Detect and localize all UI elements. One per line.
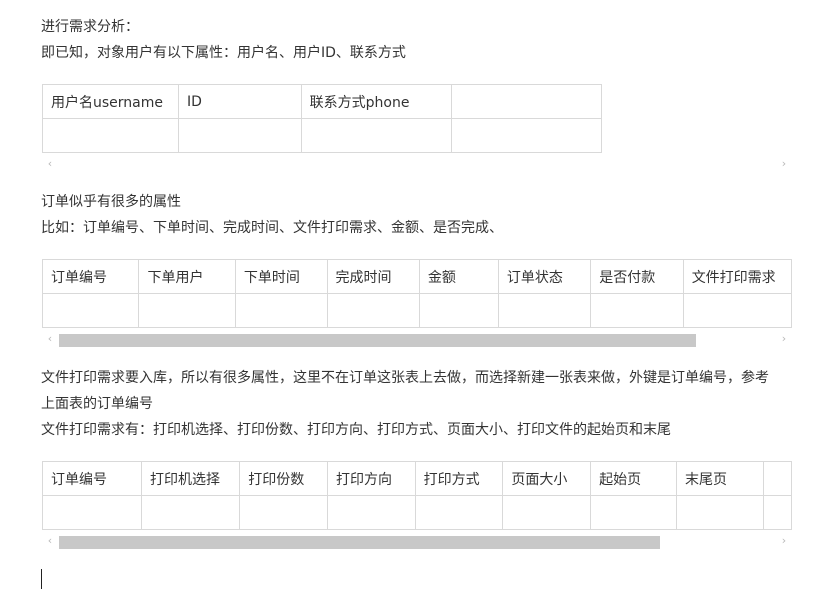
print-table-cell[interactable]: [675, 495, 764, 530]
print-table-cell[interactable]: [590, 495, 677, 530]
order-table-header-cell[interactable]: 订单状态: [497, 259, 592, 294]
order-table-cell[interactable]: [42, 293, 140, 328]
table-row: 用户名username ID 联系方式phone: [42, 84, 602, 119]
print-table-cell[interactable]: [414, 495, 504, 530]
user-table-cell[interactable]: [177, 118, 302, 153]
print-table-cell[interactable]: [326, 495, 416, 530]
print-table-header-cell[interactable]: 打印份数: [239, 461, 328, 496]
order-table-scrollbar[interactable]: ‹ ›: [42, 332, 792, 347]
scroll-right-icon[interactable]: ›: [778, 157, 790, 171]
order-table-cell[interactable]: [326, 293, 420, 328]
table-row: 订单编号 打印机选择 打印份数 打印方向 打印方式 页面大小 起始页 末尾页: [42, 461, 792, 496]
print-table-header-cell[interactable]: 打印方向: [326, 461, 416, 496]
print-table-container: 订单编号 打印机选择 打印份数 打印方向 打印方式 页面大小 起始页 末尾页: [42, 461, 792, 530]
user-table-header-cell[interactable]: 联系方式phone: [300, 84, 453, 119]
paragraph-print-table-explanation: 文件打印需求要入库，所以有很多属性，这里不在订单这张表上去做，而选择新建一张表来…: [41, 370, 769, 412]
order-table-cell[interactable]: [418, 293, 499, 328]
table-row: 订单编号 下单用户 下单时间 完成时间 金额 订单状态 是否付款 文件打印需求: [42, 259, 792, 294]
scroll-left-icon[interactable]: ‹: [44, 332, 56, 346]
print-table: 订单编号 打印机选择 打印份数 打印方向 打印方式 页面大小 起始页 末尾页: [42, 461, 792, 530]
user-table-cell[interactable]: [300, 118, 453, 153]
order-table-scroll-thumb[interactable]: [59, 334, 696, 347]
print-table-cell[interactable]: [140, 495, 241, 530]
user-table-header-cell[interactable]: [451, 84, 602, 119]
order-table-cell[interactable]: [234, 293, 328, 328]
order-table-cell[interactable]: [497, 293, 592, 328]
print-table-cell[interactable]: [42, 495, 142, 530]
print-table-header-cell[interactable]: 打印机选择: [140, 461, 241, 496]
order-table-header-cell[interactable]: 是否付款: [590, 259, 684, 294]
user-table-cell[interactable]: [451, 118, 602, 153]
user-table-container: 用户名username ID 联系方式phone: [42, 84, 602, 153]
paragraph-order-attributes-intro: 订单似乎有很多的属性: [41, 194, 181, 210]
order-table-header-cell[interactable]: 文件打印需求: [682, 259, 792, 294]
paragraph-print-attributes-list: 文件打印需求有：打印机选择、打印份数、打印方向、打印方式、页面大小、打印文件的起…: [41, 422, 671, 438]
user-table-header-cell[interactable]: ID: [177, 84, 302, 119]
order-table-header-cell[interactable]: 订单编号: [42, 259, 140, 294]
table-row: [42, 293, 792, 328]
table-row: [42, 118, 602, 153]
print-table-cell[interactable]: [239, 495, 328, 530]
order-table-header-cell[interactable]: 金额: [418, 259, 499, 294]
scroll-left-icon[interactable]: ‹: [44, 534, 56, 548]
order-table-cell[interactable]: [682, 293, 792, 328]
order-table: 订单编号 下单用户 下单时间 完成时间 金额 订单状态 是否付款 文件打印需求: [42, 259, 792, 328]
order-table-header-cell[interactable]: 下单时间: [234, 259, 328, 294]
user-table-header-cell[interactable]: 用户名username: [42, 84, 179, 119]
paragraph-user-attributes: 即已知，对象用户有以下属性：用户名、用户ID、联系方式: [41, 45, 406, 61]
user-table-cell[interactable]: [42, 118, 179, 153]
scroll-right-icon[interactable]: ›: [778, 332, 790, 346]
order-table-header-cell[interactable]: 下单用户: [138, 259, 236, 294]
scroll-right-icon[interactable]: ›: [778, 534, 790, 548]
print-table-header-cell[interactable]: 末尾页: [675, 461, 764, 496]
print-table-scroll-thumb[interactable]: [59, 536, 660, 549]
text-cursor: [41, 569, 42, 589]
paragraph-order-attributes-list: 比如：订单编号、下单时间、完成时间、文件打印需求、金额、是否完成、: [41, 220, 503, 236]
order-table-cell[interactable]: [138, 293, 236, 328]
user-table-scrollbar[interactable]: ‹ ›: [42, 157, 792, 171]
print-table-header-cell[interactable]: 订单编号: [42, 461, 142, 496]
scroll-left-icon[interactable]: ‹: [44, 157, 56, 171]
order-table-container: 订单编号 下单用户 下单时间 完成时间 金额 订单状态 是否付款 文件打印需求: [42, 259, 792, 328]
order-table-header-cell[interactable]: 完成时间: [326, 259, 420, 294]
print-table-scrollbar[interactable]: ‹ ›: [42, 534, 792, 549]
print-table-cell[interactable]: [762, 495, 792, 530]
print-table-header-cell[interactable]: 起始页: [590, 461, 677, 496]
user-table: 用户名username ID 联系方式phone: [42, 84, 602, 153]
order-table-cell[interactable]: [590, 293, 684, 328]
print-table-cell[interactable]: [502, 495, 592, 530]
print-table-header-cell[interactable]: 打印方式: [414, 461, 504, 496]
paragraph-requirements-intro: 进行需求分析：: [41, 19, 139, 35]
print-table-header-cell[interactable]: 页面大小: [502, 461, 592, 496]
table-row: [42, 495, 792, 530]
print-table-header-cell[interactable]: [762, 461, 792, 496]
